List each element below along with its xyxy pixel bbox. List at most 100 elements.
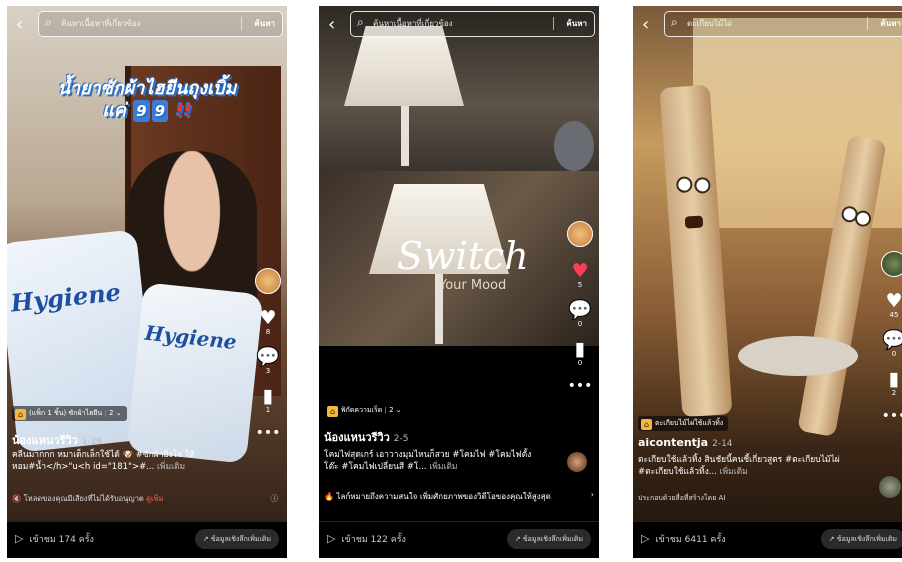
more-icon[interactable]: ••• bbox=[881, 406, 902, 426]
speaker-object bbox=[554, 121, 594, 171]
post-date: 2-5 bbox=[393, 434, 409, 444]
comment-count: 0 bbox=[891, 350, 897, 358]
search-button[interactable]: ค้นหา bbox=[880, 17, 901, 30]
product-tag-label: พิกัดความเร็ด bbox=[341, 406, 383, 414]
audio-notice-link[interactable]: ดูเพิ่ม bbox=[146, 494, 163, 503]
top-search-bar: ‹ ⌕ ค้นหาเนื้อหาที่เกี่ยวข้อง ค้นหา bbox=[319, 9, 599, 39]
avatar[interactable] bbox=[255, 268, 281, 294]
bookmark-icon[interactable]: ▮ bbox=[567, 339, 593, 359]
promo-banner[interactable]: 🔥 ไลก์หมายถึงความสนใจ เพิ่มศักยภาพของวิด… bbox=[324, 490, 594, 503]
insight-button[interactable]: ↗ ข้อมูลเชิงลึกเพิ่มเติม bbox=[194, 529, 279, 549]
product-brand-text: Hygiene bbox=[9, 277, 123, 318]
fire-icon: 🔥 bbox=[324, 492, 334, 501]
like-count: 45 bbox=[889, 311, 899, 319]
eye-shape bbox=[853, 209, 873, 228]
top-search-bar: ‹ ⌕ ค้นหาเนื้อหาที่เกี่ยวข้อง ค้นหา bbox=[7, 9, 287, 39]
heart-icon[interactable]: ♥ bbox=[255, 308, 281, 328]
headline-digit: 9 bbox=[133, 100, 150, 122]
video-caption[interactable]: คลีนมากกก หมาเด็กเล็กใช้ได้ 🐶 #ซักผ้าอิ่… bbox=[12, 449, 227, 473]
heart-icon[interactable]: ♥ bbox=[567, 261, 593, 281]
info-icon[interactable]: ⓘ bbox=[271, 493, 279, 504]
caption-text: โคมไฟสุดเกร์ เอาวางมุมไหนก็สวย #โคมไฟ #โ… bbox=[324, 450, 532, 472]
headline-line-1: น้ำยาซักผ้าไฮยีนถุงเบิ้ม bbox=[57, 78, 237, 99]
search-divider bbox=[553, 17, 554, 30]
back-arrow-icon[interactable]: ‹ bbox=[328, 14, 335, 35]
comment-count: 0 bbox=[577, 320, 583, 328]
product-tag[interactable]: ⌂ ตะเกียบไม้ไผ่ใช้แล้วทิ้ง bbox=[638, 416, 729, 431]
insight-button[interactable]: ↗ ข้อมูลเชิงลึกเพิ่มเติม bbox=[506, 529, 591, 549]
search-input[interactable]: ⌕ ตะเกียบไม้ไผ่ ค้นหา bbox=[664, 11, 902, 37]
search-button[interactable]: ค้นหา bbox=[566, 17, 587, 30]
search-input[interactable]: ⌕ ค้นหาเนื้อหาที่เกี่ยวข้อง ค้นหา bbox=[350, 11, 595, 37]
post-date: 2-14 bbox=[712, 439, 733, 449]
bookmark-icon[interactable]: ▮ bbox=[881, 369, 902, 389]
back-arrow-icon[interactable]: ‹ bbox=[642, 14, 649, 35]
save-count: 2 bbox=[891, 389, 897, 397]
promo-banner-text: ไลก์หมายถึงความสนใจ เพิ่มศักยภาพของวิดีโ… bbox=[336, 492, 551, 501]
top-search-bar: ‹ ⌕ ตะเกียบไม้ไผ่ ค้นหา bbox=[633, 9, 902, 39]
heart-icon[interactable]: ♥ bbox=[881, 291, 902, 311]
product-tag[interactable]: ⌂ พิกัดความเร็ด | 2 ⌄ bbox=[324, 403, 407, 418]
more-icon[interactable]: ••• bbox=[567, 376, 593, 396]
video-screen-3: ‹ ⌕ ตะเกียบไม้ไผ่ ค้นหา ♥ 45 💬 0 ▮ 2 •••… bbox=[633, 6, 902, 558]
caption-more-link[interactable]: เพิ่มเติม bbox=[429, 462, 457, 472]
avatar[interactable] bbox=[567, 221, 593, 247]
video-caption[interactable]: โคมไฟสุดเกร์ เอาวางมุมไหนก็สวย #โคมไฟ #โ… bbox=[324, 449, 539, 473]
author-line[interactable]: น้องแหนวรีวิว 1-26 bbox=[12, 431, 102, 449]
audio-notice[interactable]: 🔇 โหลดของคุณมีเสียงที่ไม่ได้รับอนุญาต ดู… bbox=[12, 493, 282, 505]
bottom-bar: ▷ เข้าชม 6411 ครั้ง ↗ ข้อมูลเชิงลึกเพิ่มเ… bbox=[633, 521, 902, 558]
search-icon: ⌕ bbox=[357, 15, 364, 29]
more-icon[interactable]: ••• bbox=[255, 423, 281, 443]
product-pack-right: Hygiene bbox=[126, 282, 264, 464]
shop-icon: ⌂ bbox=[327, 406, 338, 417]
save-count: 0 bbox=[577, 359, 583, 367]
insight-button[interactable]: ↗ ข้อมูลเชิงลึกเพิ่มเติม bbox=[820, 529, 902, 549]
overlay-subtitle: Your Mood bbox=[439, 278, 507, 293]
like-count: 5 bbox=[577, 281, 583, 289]
search-button[interactable]: ค้นหา bbox=[254, 17, 275, 30]
comment-icon[interactable]: 💬 bbox=[567, 300, 593, 320]
video-headline: น้ำยาซักผ้าไฮยีนถุงเบิ้ม แค่ 99 !! bbox=[47, 78, 247, 122]
caption-more-link[interactable]: เพิ่มเติม bbox=[157, 462, 185, 472]
search-placeholder: ค้นหาเนื้อหาที่เกี่ยวข้อง bbox=[61, 19, 141, 28]
view-count: ▷ เข้าชม 174 ครั้ง bbox=[15, 532, 94, 546]
search-icon: ⌕ bbox=[45, 15, 52, 29]
music-disc-icon[interactable] bbox=[567, 452, 587, 472]
like-count: 8 bbox=[265, 328, 271, 336]
insight-label: ข้อมูลเชิงลึกเพิ่มเติม bbox=[836, 535, 897, 543]
save-count: 1 bbox=[265, 406, 271, 414]
play-icon: ▷ bbox=[15, 532, 24, 545]
audio-notice-text: โหลดของคุณมีเสียงที่ไม่ได้รับอนุญาต bbox=[23, 494, 144, 503]
video-caption[interactable]: ตะเกียบใช้แล้วทิ้ง สินชัยนี้คนชี้เกี่ยวส… bbox=[638, 454, 853, 478]
shop-icon: ⌂ bbox=[641, 419, 652, 430]
insight-label: ข้อมูลเชิงลึกเพิ่มเติม bbox=[210, 535, 271, 543]
author-line[interactable]: aicontentja 2-14 bbox=[638, 436, 733, 449]
caption-more-link[interactable]: เพิ่มเติม bbox=[720, 467, 748, 477]
search-input[interactable]: ⌕ ค้นหาเนื้อหาที่เกี่ยวข้อง ค้นหา bbox=[38, 11, 283, 37]
shop-icon: ⌂ bbox=[15, 409, 26, 420]
eye-shape bbox=[675, 176, 693, 194]
mouth-shape bbox=[684, 215, 704, 229]
comment-icon[interactable]: 💬 bbox=[881, 330, 902, 350]
ai-content-label: ประกอบด้วยสื่อที่สร้างโดย AI bbox=[638, 494, 726, 502]
bowl-object bbox=[738, 336, 858, 376]
avatar[interactable] bbox=[881, 251, 902, 277]
author-name: น้องแหนวรีวิว bbox=[12, 434, 78, 447]
author-name: aicontentja bbox=[638, 436, 709, 449]
author-line[interactable]: น้องแหนวรีวิว 2-5 bbox=[324, 428, 409, 446]
comment-icon[interactable]: 💬 bbox=[255, 347, 281, 367]
search-placeholder: ตะเกียบไม้ไผ่ bbox=[687, 19, 732, 28]
chart-icon: ↗ bbox=[514, 535, 523, 543]
headline-digit: 9 bbox=[151, 100, 169, 122]
chevron-down-icon: ⌄ bbox=[113, 409, 122, 417]
product-tag-label: (แพ็ก 1 ชิ้น) ซักผ้าไฮยีน bbox=[29, 409, 103, 417]
search-divider bbox=[241, 17, 242, 30]
chevron-down-icon: ⌄ bbox=[393, 406, 402, 414]
search-icon: ⌕ bbox=[671, 15, 678, 29]
mute-icon: 🔇 bbox=[12, 494, 22, 503]
product-tag[interactable]: ⌂ (แพ็ก 1 ชิ้น) ซักผ้าไฮยีน | 2 ⌄ bbox=[12, 406, 127, 421]
author-name: น้องแหนวรีวิว bbox=[324, 431, 390, 444]
action-rail: ♥ 45 💬 0 ▮ 2 ••• bbox=[881, 251, 902, 426]
bookmark-icon[interactable]: ▮ bbox=[255, 386, 281, 406]
back-arrow-icon[interactable]: ‹ bbox=[16, 14, 23, 35]
